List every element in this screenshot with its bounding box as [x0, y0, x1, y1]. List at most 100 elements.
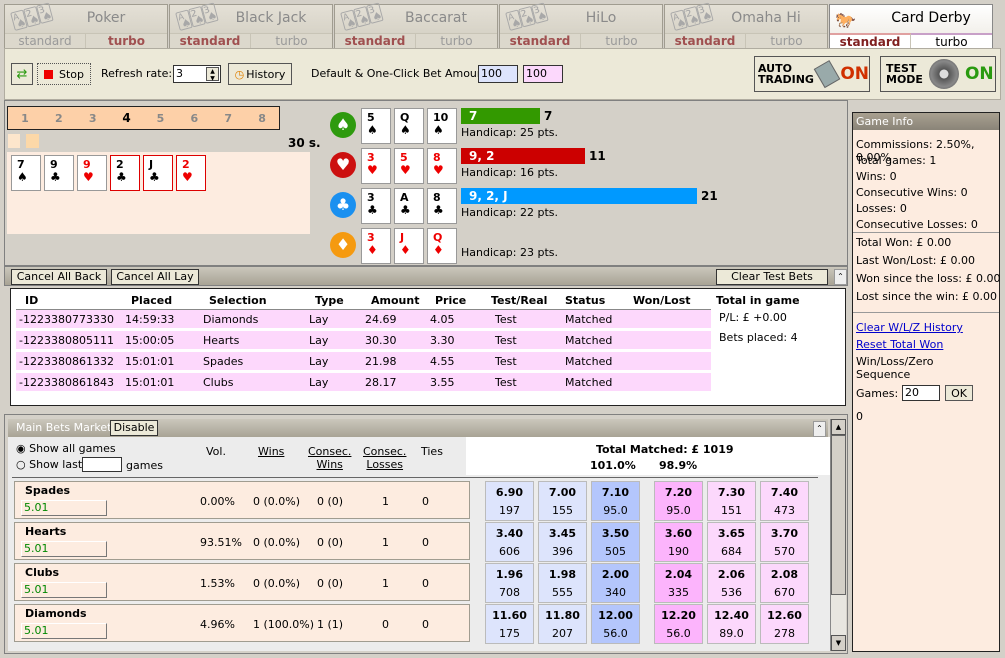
cancel-all-lay-button[interactable]: Cancel All Lay [111, 269, 199, 285]
test-mode-toggle[interactable]: TEST MODE ON [880, 56, 996, 92]
show-last-games-input[interactable] [82, 457, 122, 472]
bet-cell: Clubs [203, 376, 234, 389]
refresh-rate-input[interactable]: 3 ▲ ▼ [173, 65, 221, 83]
club-icon: ♣ [330, 192, 356, 218]
variant-turbo[interactable]: turbo [251, 33, 332, 49]
collapse-icon[interactable]: ⌃ [834, 269, 847, 285]
collapse-icon[interactable]: ⌃ [813, 421, 826, 437]
variant-standard[interactable]: standard [665, 33, 746, 49]
market-scrollbar[interactable]: ▲ ▼ [830, 419, 846, 651]
tab-black-jack[interactable]: 🂡🂢🂣 Black Jack standard turbo [169, 3, 333, 49]
selection-value: 5.01 [21, 500, 107, 516]
column-header[interactable]: Test/Real [491, 294, 547, 307]
reset-total-won-link[interactable]: Reset Total Won [856, 338, 943, 351]
variant-turbo[interactable]: turbo [911, 33, 992, 49]
col-consec-wins[interactable]: Consec. Wins [308, 445, 351, 471]
back-price-cell[interactable]: 6.90 197 [485, 481, 534, 521]
variant-standard[interactable]: standard [500, 33, 581, 49]
bet-row[interactable]: -1223380773330 14:59:33 Diamonds Lay 24.69 4.… [16, 310, 711, 328]
back-price-cell[interactable]: 7.10 95.0 [591, 481, 640, 521]
col-consec-losses[interactable]: Consec. Losses [363, 445, 406, 471]
progress-marker [8, 134, 20, 148]
back-price-cell[interactable]: 3.45 396 [538, 522, 587, 562]
lay-price-cell[interactable]: 7.40 473 [760, 481, 809, 521]
lay-price-cell[interactable]: 2.06 536 [707, 563, 756, 603]
lay-price-cell[interactable]: 12.60 278 [760, 604, 809, 644]
variant-turbo[interactable]: turbo [416, 33, 497, 49]
show-all-radio[interactable]: ◉ Show all games [16, 442, 116, 455]
games-input[interactable]: 20 [902, 385, 940, 401]
refresh-button[interactable]: ⇄ [11, 63, 33, 85]
games-label: Games: [856, 387, 899, 400]
back-price-cell[interactable]: 11.60 175 [485, 604, 534, 644]
bet-cell: Matched [565, 313, 613, 326]
scroll-down-icon[interactable]: ▼ [831, 635, 846, 651]
spinner-icon[interactable]: ▲ ▼ [206, 67, 219, 82]
column-header[interactable]: Price [435, 294, 466, 307]
back-price-cell[interactable]: 3.40 606 [485, 522, 534, 562]
lay-price: 3.60 [664, 527, 693, 540]
column-header[interactable]: Selection [209, 294, 267, 307]
lay-price-cell[interactable]: 2.08 670 [760, 563, 809, 603]
variant-turbo[interactable]: turbo [86, 33, 167, 49]
bet-row[interactable]: -1223380861843 15:01:01 Clubs Lay 28.17 3.55 T… [16, 373, 711, 391]
bet-cell: Lay [309, 334, 329, 347]
lay-price-cell[interactable]: 3.65 684 [707, 522, 756, 562]
bet-cell: Matched [565, 334, 613, 347]
column-header[interactable]: ID [25, 294, 38, 307]
back-price-cell[interactable]: 1.96 708 [485, 563, 534, 603]
back-price: 3.50 [601, 527, 630, 540]
cancel-all-back-button[interactable]: Cancel All Back [11, 269, 107, 285]
auto-trading-toggle[interactable]: AUTO TRADING ON [754, 56, 870, 92]
column-header[interactable]: Placed [131, 294, 172, 307]
variant-turbo[interactable]: turbo [581, 33, 662, 49]
col-wins[interactable]: Wins [258, 445, 284, 458]
column-header[interactable]: Won/Lost [633, 294, 691, 307]
lay-amount: 670 [774, 586, 795, 599]
scroll-up-icon[interactable]: ▲ [831, 419, 846, 435]
tab-poker[interactable]: 🂡🂢🂣 Poker standard turbo [4, 3, 168, 49]
back-price-cell[interactable]: 7.00 155 [538, 481, 587, 521]
back-price-cell[interactable]: 3.50 505 [591, 522, 640, 562]
scroll-thumb[interactable] [831, 435, 846, 595]
back-price-cell[interactable]: 11.80 207 [538, 604, 587, 644]
lay-price-cell[interactable]: 3.60 190 [654, 522, 703, 562]
tab-omaha-hi[interactable]: 🂡🂢🂣 Omaha Hi standard turbo [664, 3, 828, 49]
playing-card: 8 ♥ [427, 148, 457, 184]
default-bet-amount-input[interactable]: 100 [478, 65, 518, 83]
clear-history-link[interactable]: Clear W/L/Z History [856, 321, 963, 334]
stop-icon [43, 69, 53, 79]
lay-price-cell[interactable]: 7.20 95.0 [654, 481, 703, 521]
tab-card-derby[interactable]: 🐎 Card Derby standard turbo [829, 4, 993, 49]
variant-standard[interactable]: standard [830, 33, 911, 49]
back-price-cell[interactable]: 2.00 340 [591, 563, 640, 603]
back-price-cell[interactable]: 1.98 555 [538, 563, 587, 603]
playing-card: 8 ♣ [427, 188, 457, 224]
history-button[interactable]: ◷ History [228, 63, 292, 85]
ok-button[interactable]: OK [945, 385, 973, 401]
column-header[interactable]: Type [315, 294, 344, 307]
disable-button[interactable]: Disable [110, 420, 158, 436]
bet-cell: 4.05 [430, 313, 455, 326]
tab-baccarat[interactable]: 🂡🂢🂣 Baccarat standard turbo [334, 3, 498, 49]
variant-standard[interactable]: standard [5, 33, 86, 49]
bet-row[interactable]: -1223380805111 15:00:05 Hearts Lay 30.30 3.30… [16, 331, 711, 349]
lay-price-cell[interactable]: 3.70 570 [760, 522, 809, 562]
variant-turbo[interactable]: turbo [746, 33, 827, 49]
variant-standard[interactable]: standard [170, 33, 251, 49]
column-header[interactable]: Amount [371, 294, 419, 307]
bet-row[interactable]: -1223380861332 15:01:01 Spades Lay 21.98 4.55… [16, 352, 711, 370]
oneclick-bet-amount-input[interactable]: 100 [523, 65, 563, 83]
clear-test-bets-button[interactable]: Clear Test Bets [716, 269, 828, 285]
lay-price-cell[interactable]: 7.30 151 [707, 481, 756, 521]
column-header[interactable]: Status [565, 294, 605, 307]
stop-button[interactable]: Stop [37, 63, 91, 85]
lay-price-cell[interactable]: 2.04 335 [654, 563, 703, 603]
tab-hilo[interactable]: 🂡🂢🂣 HiLo standard turbo [499, 3, 663, 49]
stat-ties: 0 [422, 618, 429, 631]
lay-price-cell[interactable]: 12.20 56.0 [654, 604, 703, 644]
variant-standard[interactable]: standard [335, 33, 416, 49]
back-price-cell[interactable]: 12.00 56.0 [591, 604, 640, 644]
lay-price-cell[interactable]: 12.40 89.0 [707, 604, 756, 644]
show-last-radio[interactable]: ○ Show last [16, 458, 82, 471]
